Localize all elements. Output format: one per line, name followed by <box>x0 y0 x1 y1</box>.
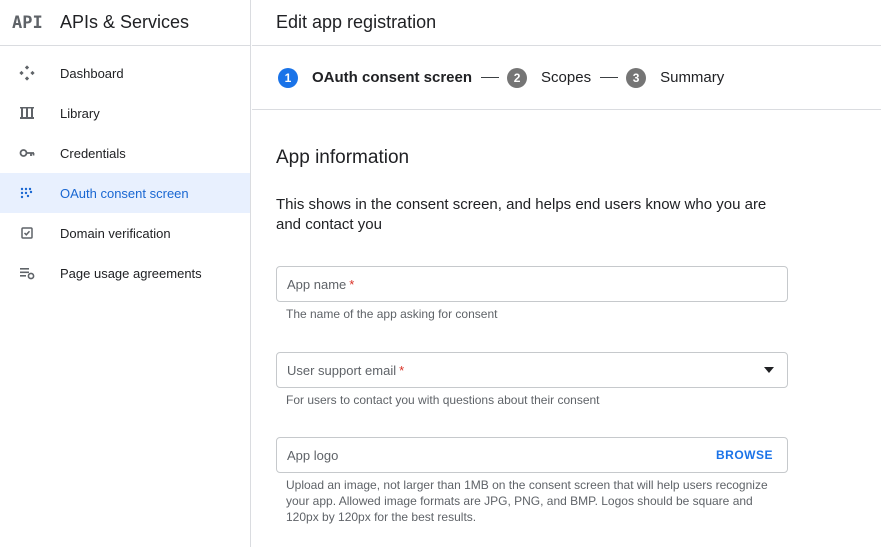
sidebar-item-library[interactable]: Library <box>0 93 250 133</box>
sidebar-item-label: Credentials <box>60 145 126 161</box>
checkbox-icon <box>19 225 60 241</box>
dropdown-arrow-icon[interactable] <box>764 367 774 373</box>
sidebar-item-page-usage[interactable]: Page usage agreements <box>0 253 250 293</box>
app-logo-placeholder: App logo <box>287 447 339 463</box>
required-marker: * <box>349 276 355 292</box>
step-number: 2 <box>507 67 528 88</box>
sidebar-item-dashboard[interactable]: Dashboard <box>0 53 250 93</box>
stepper: 1 OAuth consent screen 2 Scopes 3 Summar… <box>252 46 881 110</box>
main-panel: Edit app registration 1 OAuth consent sc… <box>252 0 881 547</box>
brand-header: API APIs & Services <box>0 0 250 46</box>
app-logo-hint: Upload an image, not larger than 1MB on … <box>286 478 768 524</box>
key-icon <box>19 145 60 161</box>
product-title[interactable]: APIs & Services <box>60 12 189 33</box>
step-label: Summary <box>660 69 725 86</box>
sidebar-item-label: Dashboard <box>60 65 124 81</box>
step-summary[interactable]: 3 Summary <box>626 67 725 88</box>
support-email-hint: For users to contact you with questions … <box>286 393 600 407</box>
sidebar-item-credentials[interactable]: Credentials <box>0 133 250 173</box>
step-number: 3 <box>626 67 647 88</box>
page-title: Edit app registration <box>252 0 881 46</box>
support-email-placeholder: User support email <box>287 362 397 378</box>
api-logo: API <box>12 12 43 33</box>
step-label: OAuth consent screen <box>312 69 473 86</box>
sidebar: API APIs & Services Dashboard Library Cr… <box>0 0 251 547</box>
app-name-placeholder: App name <box>287 276 347 292</box>
sidebar-item-label: Library <box>60 105 100 121</box>
step-separator <box>481 77 500 78</box>
app-name-field[interactable]: App name * <box>276 266 788 302</box>
consent-icon <box>19 185 60 201</box>
sidebar-item-oauth-consent[interactable]: OAuth consent screen <box>0 173 250 213</box>
app-name-hint: The name of the app asking for consent <box>286 307 498 321</box>
browse-button[interactable]: BROWSE <box>716 448 773 462</box>
required-marker: * <box>399 362 405 378</box>
form-content: App information This shows in the consen… <box>252 147 881 525</box>
dashboard-icon <box>19 65 60 81</box>
sidebar-nav: Dashboard Library Credentials OAuth cons… <box>0 46 250 293</box>
app-logo-field[interactable]: App logo BROWSE <box>276 437 788 473</box>
section-description: This shows in the consent screen, and he… <box>276 196 767 233</box>
step-oauth-consent[interactable]: 1 OAuth consent screen <box>278 67 473 88</box>
step-separator <box>600 77 619 78</box>
step-label: Scopes <box>541 69 592 86</box>
library-icon <box>19 105 60 121</box>
step-scopes[interactable]: 2 Scopes <box>507 67 592 88</box>
sidebar-item-label: OAuth consent screen <box>60 185 189 201</box>
section-title: App information <box>276 147 410 168</box>
step-number: 1 <box>278 67 298 88</box>
sidebar-item-domain-verification[interactable]: Domain verification <box>0 213 250 253</box>
sidebar-item-label: Domain verification <box>60 225 171 241</box>
support-email-select[interactable]: User support email * <box>276 352 788 388</box>
settings-list-icon <box>19 265 60 281</box>
sidebar-item-label: Page usage agreements <box>60 265 202 281</box>
